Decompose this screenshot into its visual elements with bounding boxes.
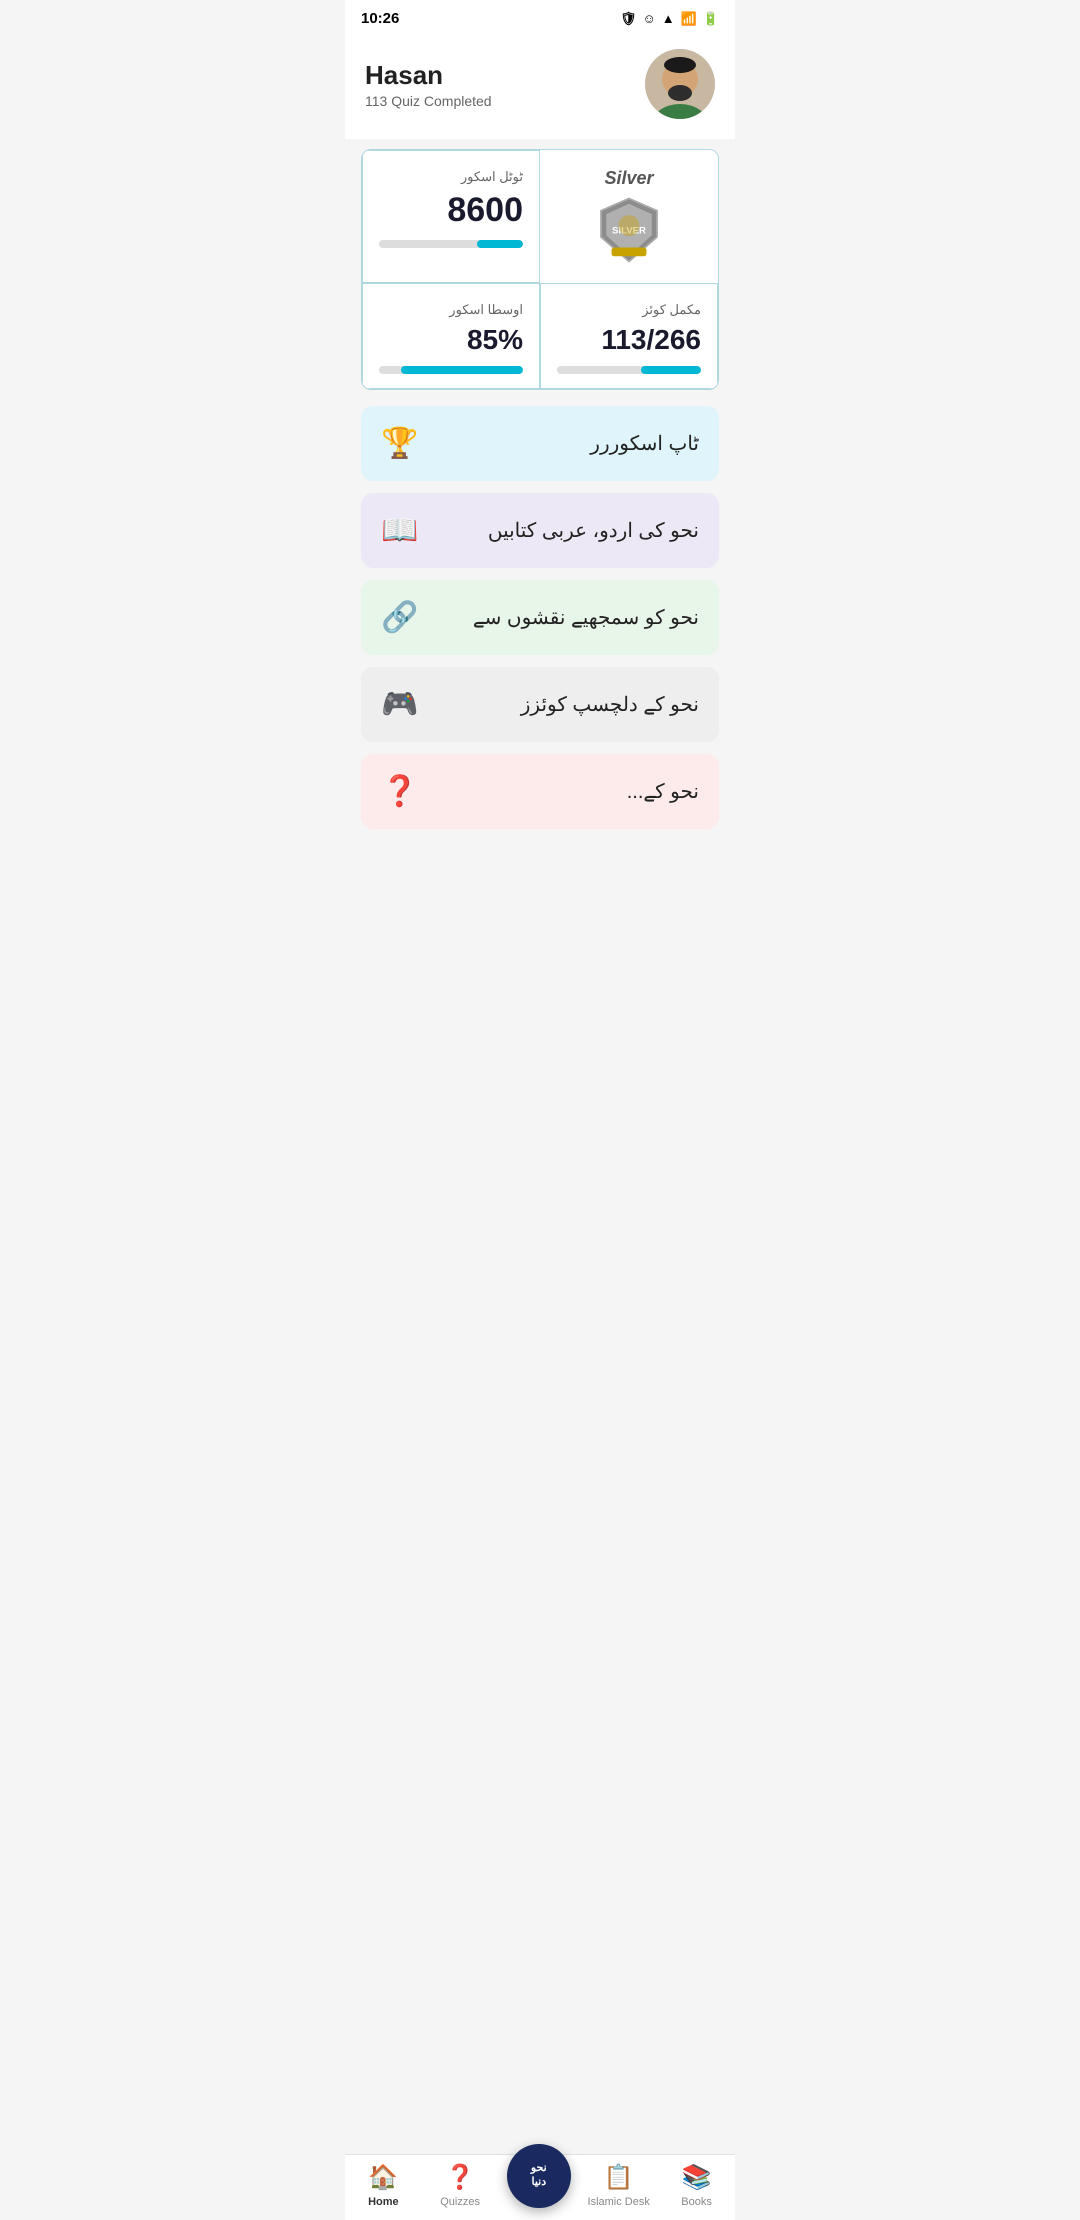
islamic-desk-icon: 📋 bbox=[604, 2163, 634, 2192]
interesting-quizzes-card[interactable]: نحو کے دلچسپ کوئزز 🎮 bbox=[361, 667, 719, 742]
completed-quiz-value: 113/266 bbox=[557, 324, 701, 356]
avatar bbox=[645, 49, 715, 119]
interesting-quizzes-icon: 🎮 bbox=[381, 687, 418, 722]
bottom-nav: 🏠 Home ❓ Quizzes نحودنیا 📋 Islamic Desk … bbox=[345, 2154, 735, 2220]
diagrams-icon: 🔗 bbox=[381, 600, 418, 635]
status-icons: 🛡 ☺ ▲ 📶 🔋 bbox=[620, 11, 719, 27]
nav-center-button[interactable]: نحودنیا bbox=[507, 2144, 571, 2208]
diagrams-card[interactable]: نحو کو سمجھیے نقشوں سے 🔗 bbox=[361, 580, 719, 655]
avg-score-value: 85% bbox=[379, 324, 523, 356]
menu-section: ٹاپ اسکوررر 🏆 نحو کی اردو، عربی کتابیں 📖… bbox=[345, 406, 735, 829]
top-scorer-card[interactable]: ٹاپ اسکوررر 🏆 bbox=[361, 406, 719, 481]
completed-quiz-progress-bg bbox=[557, 366, 701, 374]
home-icon: 🏠 bbox=[368, 2163, 398, 2192]
completed-quiz-progress-fill bbox=[641, 366, 701, 374]
extra-text: نحو کے... bbox=[627, 779, 699, 804]
extra-card[interactable]: نحو کے... ❓ bbox=[361, 754, 719, 829]
avg-score-progress-bg bbox=[379, 366, 523, 374]
silver-badge-cell: Silver SILVER bbox=[540, 150, 718, 283]
total-score-cell: ٹوٹل اسکور 8600 bbox=[362, 150, 540, 283]
header: Hasan 113 Quiz Completed bbox=[345, 33, 735, 139]
quizzes-label: Quizzes bbox=[440, 2196, 480, 2208]
user-name: Hasan bbox=[365, 60, 492, 91]
total-score-value: 8600 bbox=[379, 191, 523, 230]
quizzes-icon: ❓ bbox=[445, 2163, 475, 2192]
stats-grid: ٹوٹل اسکور 8600 Silver SILVER اوسطا اسکو… bbox=[361, 149, 719, 390]
top-scorer-icon: 🏆 bbox=[381, 426, 418, 461]
total-score-progress-fill bbox=[477, 240, 523, 248]
status-bar: 10:26 🛡 ☺ ▲ 📶 🔋 bbox=[345, 0, 735, 33]
total-score-progress-bg bbox=[379, 240, 523, 248]
islamic-desk-label: Islamic Desk bbox=[588, 2196, 650, 2208]
books-text: نحو کی اردو، عربی کتابیں bbox=[488, 518, 699, 543]
books-nav-icon: 📚 bbox=[682, 2163, 712, 2192]
diagrams-text: نحو کو سمجھیے نقشوں سے bbox=[473, 605, 699, 630]
header-info: Hasan 113 Quiz Completed bbox=[365, 60, 492, 109]
top-scorer-text: ٹاپ اسکوررر bbox=[590, 431, 699, 456]
face-id-icon: ☺ bbox=[642, 11, 655, 26]
badge-label: Silver bbox=[604, 168, 653, 189]
nav-islamic-desk[interactable]: 📋 Islamic Desk bbox=[588, 2163, 650, 2208]
total-score-label: ٹوٹل اسکور bbox=[379, 169, 523, 185]
quiz-completed-count: 113 Quiz Completed bbox=[365, 93, 492, 109]
wifi-icon: ▲ bbox=[662, 11, 675, 26]
interesting-quizzes-text: نحو کے دلچسپ کوئزز bbox=[521, 692, 699, 717]
nav-home[interactable]: 🏠 Home bbox=[353, 2163, 413, 2208]
avg-score-cell: اوسطا اسکور 85% bbox=[362, 283, 540, 389]
books-nav-label: Books bbox=[681, 2196, 712, 2208]
books-card[interactable]: نحو کی اردو، عربی کتابیں 📖 bbox=[361, 493, 719, 568]
nav-books[interactable]: 📚 Books bbox=[667, 2163, 727, 2208]
battery-icon: 🔋 bbox=[703, 11, 719, 27]
extra-icon: ❓ bbox=[381, 774, 418, 809]
silver-badge-icon: SILVER bbox=[594, 195, 664, 265]
completed-quiz-cell: مکمل کوئز 113/266 bbox=[540, 283, 718, 389]
signal-icon: 📶 bbox=[681, 11, 697, 27]
nav-quizzes[interactable]: ❓ Quizzes bbox=[430, 2163, 490, 2208]
status-time: 10:26 bbox=[361, 10, 399, 27]
center-logo-text: نحودنیا bbox=[531, 2162, 547, 2188]
books-icon: 📖 bbox=[381, 513, 418, 548]
shield-icon: 🛡 bbox=[620, 11, 637, 27]
home-label: Home bbox=[368, 2196, 399, 2208]
avg-score-label: اوسطا اسکور bbox=[379, 302, 523, 318]
avg-score-progress-fill bbox=[401, 366, 523, 374]
completed-quiz-label: مکمل کوئز bbox=[557, 302, 701, 318]
